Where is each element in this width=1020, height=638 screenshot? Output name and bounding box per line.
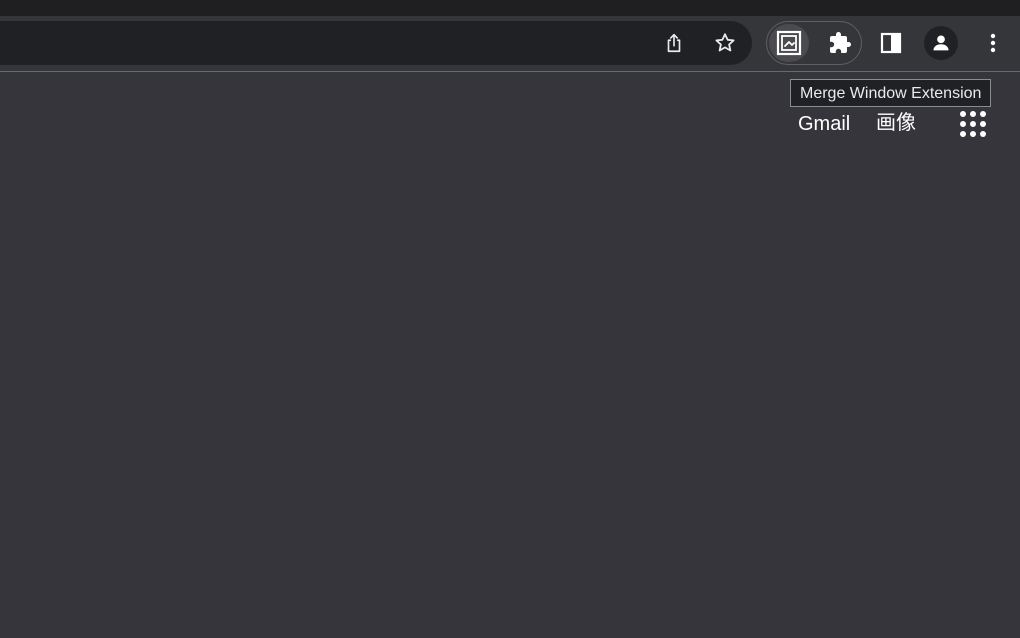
gmail-link[interactable]: Gmail (798, 110, 850, 138)
profile-button[interactable] (924, 26, 958, 60)
google-apps-button[interactable] (956, 107, 990, 141)
merge-window-extension-button[interactable] (772, 26, 806, 60)
puzzle-icon (830, 32, 851, 53)
avatar (924, 26, 958, 60)
tab-strip (0, 0, 1020, 16)
more-vert-icon (990, 33, 996, 53)
browser-toolbar (0, 16, 1020, 72)
merge-window-icon (776, 30, 802, 56)
images-link[interactable]: 画像 (876, 109, 916, 137)
address-bar[interactable] (0, 21, 752, 65)
apps-grid-icon (960, 111, 986, 137)
share-icon (667, 33, 681, 53)
chrome-menu-button[interactable] (976, 26, 1010, 60)
star-icon (715, 33, 735, 52)
bookmark-button[interactable] (708, 26, 742, 60)
side-panel-button[interactable] (874, 26, 908, 60)
share-button[interactable] (657, 26, 691, 60)
extensions-button[interactable] (823, 26, 857, 60)
profile-icon (933, 35, 949, 51)
side-panel-icon (880, 32, 902, 54)
extension-tooltip: Merge Window Extension (790, 79, 992, 107)
